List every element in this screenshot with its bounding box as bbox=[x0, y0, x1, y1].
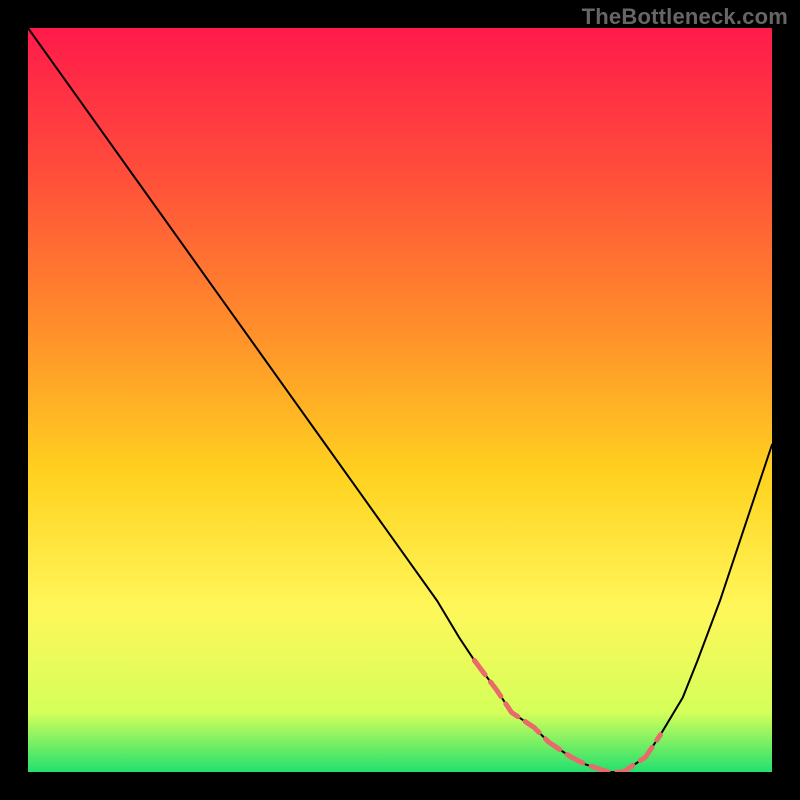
watermark-text: TheBottleneck.com bbox=[582, 4, 788, 30]
chart-container: TheBottleneck.com bbox=[0, 0, 800, 800]
chart-svg bbox=[28, 28, 772, 772]
plot-area bbox=[28, 28, 772, 772]
heat-gradient-background bbox=[28, 28, 772, 772]
